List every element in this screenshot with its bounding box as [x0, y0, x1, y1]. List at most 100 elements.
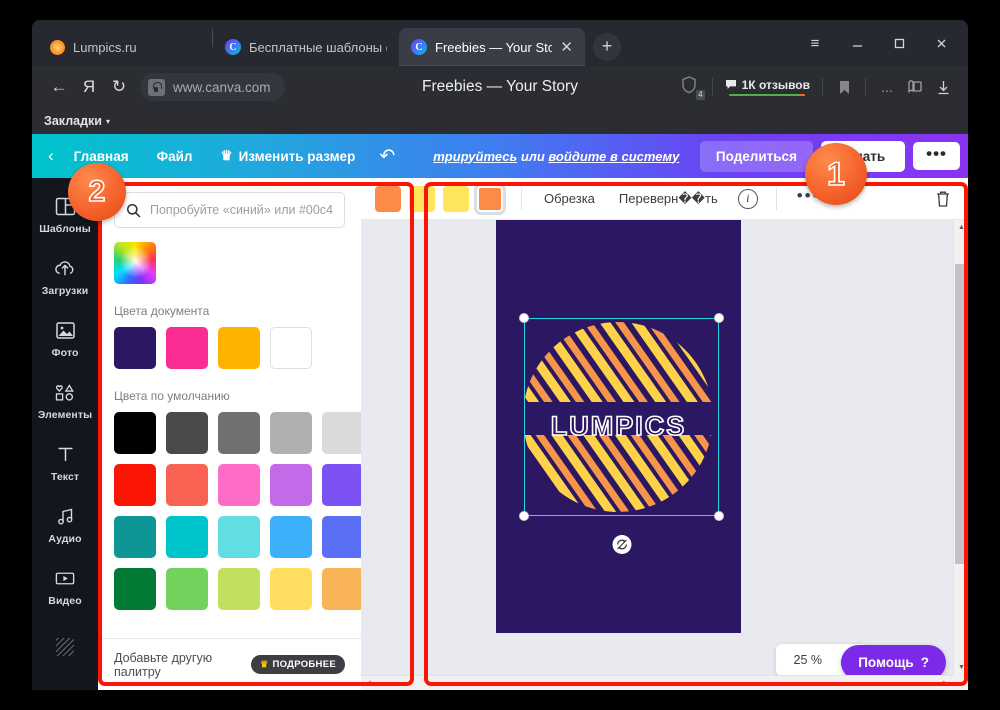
color-search-box[interactable] — [114, 192, 345, 228]
sidebar-label: Шаблоны — [39, 222, 91, 235]
minimize-icon[interactable] — [838, 28, 876, 58]
login-link[interactable]: войдите в систему — [548, 149, 679, 164]
sidebar-item-elements[interactable]: Элементы — [32, 370, 98, 432]
maximize-icon[interactable] — [880, 28, 918, 58]
bookmark-icon[interactable] — [831, 74, 857, 100]
pro-badge-button[interactable]: ♛ ПОДРОБНЕЕ — [251, 655, 345, 674]
default-color-swatch[interactable] — [218, 568, 260, 610]
document-color-swatch[interactable] — [270, 327, 312, 369]
shield-blocker-icon[interactable]: 4 — [678, 74, 705, 100]
rotate-handle-icon[interactable] — [612, 535, 631, 554]
sidebar-item-background[interactable] — [32, 618, 98, 680]
default-color-swatch[interactable] — [270, 464, 312, 506]
collections-icon[interactable] — [902, 74, 928, 100]
default-color-swatch[interactable] — [270, 412, 312, 454]
browser-tab-lumpics[interactable]: Lumpics.ru — [36, 28, 212, 66]
window-controls: ≡ — [796, 28, 960, 58]
default-color-swatch[interactable] — [322, 516, 361, 558]
default-color-swatch[interactable] — [114, 568, 156, 610]
default-colors-row — [114, 516, 361, 558]
tab-title: Бесплатные шаблоны стор — [249, 39, 387, 55]
reviews-indicator[interactable]: 1К отзывов — [721, 78, 814, 97]
default-color-swatch[interactable] — [218, 412, 260, 454]
default-color-swatch[interactable] — [218, 516, 260, 558]
menu-file[interactable]: Файл — [143, 149, 207, 164]
sidebar-item-uploads[interactable]: Загрузки — [32, 246, 98, 308]
document-color-swatch[interactable] — [218, 327, 260, 369]
sidebar-item-photos[interactable]: Фото — [32, 308, 98, 370]
object-color-swatch[interactable] — [477, 185, 503, 212]
register-link[interactable]: трируйтесь — [433, 149, 517, 164]
object-color-swatch[interactable] — [443, 185, 469, 212]
default-color-swatch[interactable] — [270, 516, 312, 558]
default-color-swatch[interactable] — [166, 516, 208, 558]
reload-icon[interactable]: ↻ — [104, 72, 134, 102]
object-color-swatch[interactable] — [375, 185, 401, 212]
flip-button[interactable]: Переверн��ть — [607, 191, 730, 207]
menu-home[interactable]: Главная — [60, 149, 143, 164]
resize-handle-bottom-left[interactable] — [519, 511, 529, 521]
back-arrow-icon[interactable]: ← — [44, 72, 74, 102]
share-button[interactable]: Поделиться — [699, 140, 813, 172]
document-color-swatch[interactable] — [166, 327, 208, 369]
browser-tab-templates[interactable]: C Бесплатные шаблоны стор — [213, 28, 399, 66]
sidebar-item-audio[interactable]: Аудио — [32, 494, 98, 556]
reviews-rating-bar — [729, 93, 806, 97]
default-color-swatch[interactable] — [270, 568, 312, 610]
custom-color-picker-swatch[interactable] — [114, 242, 156, 284]
default-color-swatch[interactable] — [114, 516, 156, 558]
default-color-swatch[interactable] — [166, 464, 208, 506]
back-chevron-icon[interactable]: ‹ — [44, 146, 60, 166]
default-color-swatch[interactable] — [114, 464, 156, 506]
default-color-swatch[interactable] — [114, 412, 156, 454]
overflow-menu-icon[interactable]: ... — [874, 74, 900, 100]
selection-box[interactable] — [519, 313, 724, 554]
canva-favicon-icon: C — [411, 39, 427, 55]
new-tab-button[interactable]: + — [593, 33, 621, 61]
crop-button[interactable]: Обрезка — [532, 191, 607, 206]
scroll-down-arrow[interactable]: ▼ — [954, 660, 968, 675]
scroll-left-arrow[interactable]: ◀ — [361, 676, 376, 691]
browser-tab-freebies-active[interactable]: C Freebies — Your Story ✕ — [399, 28, 585, 66]
object-color-swatch[interactable] — [409, 185, 435, 212]
canva-application: ‹ Главная Файл ♛ Изменить размер ↶ триру… — [32, 134, 968, 690]
chevron-down-icon[interactable]: ▾ — [106, 117, 110, 126]
yandex-logo-icon[interactable]: Я — [74, 72, 104, 102]
resize-handle-top-left[interactable] — [519, 313, 529, 323]
help-label: Помощь — [858, 655, 914, 670]
vertical-scrollbar[interactable]: ▲ ▼ — [953, 220, 968, 675]
close-icon[interactable]: ✕ — [560, 40, 573, 55]
sidebar-item-video[interactable]: Видео — [32, 556, 98, 618]
address-bar[interactable]: www.canva.com — [140, 73, 285, 101]
canvas-viewport[interactable]: LUMPICS 25 % Помощь ? — [361, 220, 968, 690]
bookmarks-label[interactable]: Закладки — [44, 114, 102, 128]
default-color-swatch[interactable] — [322, 412, 361, 454]
scroll-right-arrow[interactable]: ▶ — [938, 676, 953, 691]
default-color-swatch[interactable] — [322, 464, 361, 506]
close-window-icon[interactable] — [922, 28, 960, 58]
design-page[interactable]: LUMPICS — [496, 220, 741, 633]
more-options-button[interactable]: ••• — [913, 142, 960, 170]
hamburger-menu-icon[interactable]: ≡ — [796, 28, 834, 58]
resize-handle-top-right[interactable] — [714, 313, 724, 323]
vertical-scroll-thumb[interactable] — [955, 264, 968, 564]
resize-handle-bottom-right[interactable] — [714, 511, 724, 521]
auth-prompt[interactable]: трируйтесь или войдите в систему — [433, 149, 679, 164]
document-color-swatch[interactable] — [114, 327, 156, 369]
default-color-swatch[interactable] — [322, 568, 361, 610]
menu-resize[interactable]: ♛ Изменить размер — [206, 148, 369, 164]
scroll-up-arrow[interactable]: ▲ — [954, 220, 968, 235]
add-palette-label[interactable]: Добавьте другую палитру — [114, 651, 251, 679]
sidebar-item-text[interactable]: Текст — [32, 432, 98, 494]
default-color-swatch[interactable] — [166, 568, 208, 610]
downloads-icon[interactable] — [930, 74, 956, 100]
zoom-level-label[interactable]: 25 % — [786, 653, 831, 667]
default-color-swatch[interactable] — [166, 412, 208, 454]
horizontal-scrollbar[interactable]: ◀ ▶ — [361, 675, 953, 690]
default-color-swatch[interactable] — [218, 464, 260, 506]
undo-icon[interactable]: ↶ — [369, 145, 405, 168]
trash-icon[interactable] — [932, 188, 954, 210]
info-icon[interactable]: i — [737, 188, 758, 209]
search-input[interactable] — [150, 203, 333, 217]
divider — [775, 187, 777, 210]
